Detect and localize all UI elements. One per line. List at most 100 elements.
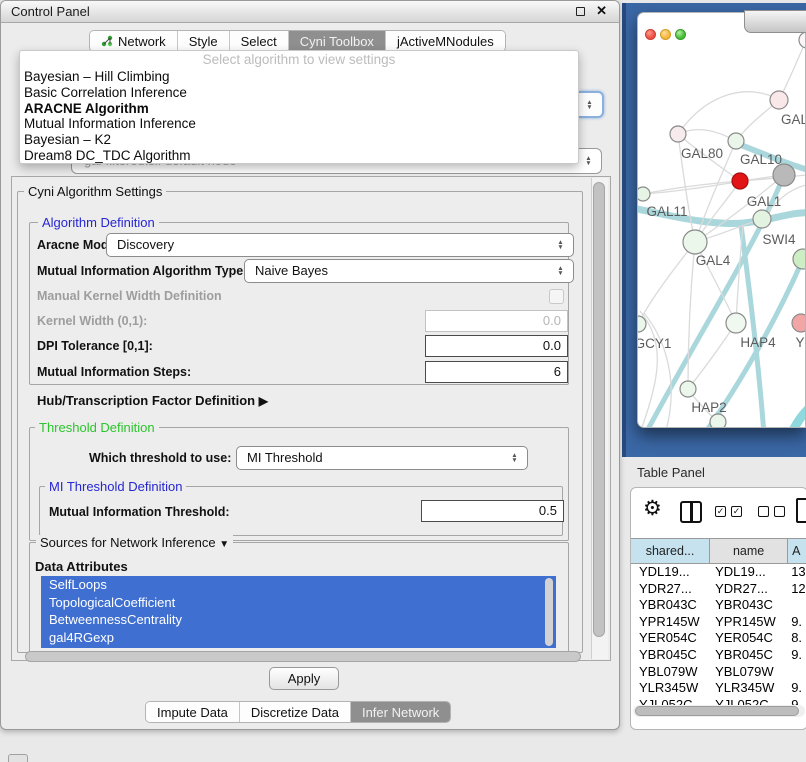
attributes-scrollbar-thumb[interactable] <box>545 578 553 646</box>
mi-type-label: Mutual Information Algorithm Type: <box>37 264 247 278</box>
select-all-checkboxes-icon[interactable]: ✓ ✓ <box>715 506 742 517</box>
tab-cyni-toolbox[interactable]: Cyni Toolbox <box>289 31 386 51</box>
minimize-icon[interactable] <box>660 29 671 40</box>
mi-type-combo[interactable]: Naive Bayes ▲▼ <box>244 259 574 283</box>
node-gal4[interactable] <box>683 230 707 254</box>
node-gal80[interactable] <box>670 126 686 142</box>
tab-jactivemnodules[interactable]: jActiveMNodules <box>386 31 505 51</box>
attribute-item[interactable]: gal4RGexp <box>41 629 556 647</box>
node-label: HAP4 <box>740 335 776 350</box>
minimized-panel-button[interactable] <box>8 754 28 762</box>
cell: 9. <box>788 680 806 697</box>
node-gal1[interactable] <box>753 210 771 228</box>
node-gal11[interactable] <box>638 187 650 201</box>
tab-jactivemnodules-label: jActiveMNodules <box>397 34 494 49</box>
hub-definition-toggle[interactable]: Hub/Transcription Factor Definition ▶ <box>37 393 268 408</box>
node-bottom-partial[interactable] <box>710 414 726 428</box>
column-header-name[interactable]: name <box>710 539 788 563</box>
dropdown-item-selected[interactable]: ARACNE Algorithm <box>20 101 578 117</box>
tab-select[interactable]: Select <box>230 31 289 51</box>
table-row[interactable]: YBL079WYBL079W <box>631 664 806 681</box>
columns-icon[interactable] <box>680 501 702 523</box>
table-hscrollbar-track[interactable] <box>633 705 805 717</box>
table-row[interactable]: YDL19...YDL19...13 <box>631 564 806 581</box>
deselect-all-checkboxes-icon[interactable] <box>758 506 785 517</box>
dropdown-item[interactable]: Dream8 DC_TDC Algorithm <box>20 148 578 164</box>
table-row[interactable]: YDR27...YDR27...12 <box>631 581 806 598</box>
close-icon[interactable]: ✕ <box>596 3 607 19</box>
tab-cyni-toolbox-label: Cyni Toolbox <box>300 34 374 49</box>
dropdown-item[interactable]: Mutual Information Inference <box>20 116 578 132</box>
close-icon[interactable] <box>645 29 656 40</box>
node-label: GAL1 <box>747 194 782 209</box>
mi-threshold-label: Mutual Information Threshold: <box>49 505 230 519</box>
dropdown-item[interactable]: Bayesian – K2 <box>20 132 578 148</box>
table-row[interactable]: YBR043CYBR043C <box>631 597 806 614</box>
node-top-partial[interactable] <box>799 32 806 48</box>
aracne-mode-value: Discovery <box>117 237 174 252</box>
tab-network[interactable]: Network <box>90 31 178 51</box>
tab-infer-network[interactable]: Infer Network <box>351 702 450 722</box>
tab-style[interactable]: Style <box>178 31 230 51</box>
mi-steps-field[interactable]: 6 <box>425 361 568 383</box>
node-label: GAL80 <box>681 146 723 161</box>
background-window-titlebar[interactable] <box>744 10 806 33</box>
kernel-width-field[interactable]: 0.0 <box>425 310 568 332</box>
algorithm-combo-fragment[interactable]: ▲▼ <box>579 91 604 118</box>
mi-threshold-field[interactable]: 0.5 <box>421 500 564 522</box>
network-view-window[interactable]: GAL GAL80 GAL10 GAL11 GAL1 SWI4 GAL4 GCY… <box>637 12 806 428</box>
apply-button[interactable]: Apply <box>269 667 339 690</box>
dpi-tolerance-field[interactable]: 0.0 <box>425 335 568 357</box>
table-row[interactable]: YBR045CYBR045C9. <box>631 647 806 664</box>
tab-infer-network-label: Infer Network <box>362 705 439 720</box>
cell: YLR345W <box>710 680 788 697</box>
column-header-sharedname[interactable]: shared... <box>631 539 710 563</box>
cell: YBR043C <box>710 597 788 614</box>
attribute-item[interactable]: BetweennessCentrality <box>41 611 556 629</box>
dropdown-item[interactable]: Bayesian – Hill Climbing <box>20 69 578 85</box>
node-gray[interactable] <box>773 164 795 186</box>
cell: YBR045C <box>631 647 710 664</box>
control-panel-tabbar: Network Style Select Cyni Toolbox jActiv… <box>89 30 506 52</box>
node-gal-pink[interactable] <box>770 91 788 109</box>
control-panel-titlebar[interactable]: Control Panel ✕ <box>1 1 619 23</box>
node-red[interactable] <box>732 173 748 189</box>
attribute-item[interactable]: TopologicalCoefficient <box>41 594 556 612</box>
table-row[interactable]: YER054CYER054C8. <box>631 630 806 647</box>
hub-definition-label: Hub/Transcription Factor Definition <box>37 393 255 408</box>
gear-icon[interactable]: ⚙ <box>643 496 662 521</box>
checked-checkbox-icon: ✓ <box>715 506 726 517</box>
float-window-icon[interactable] <box>576 7 585 16</box>
table-row[interactable]: YPR145WYPR145W9. <box>631 614 806 631</box>
data-attributes-list[interactable]: SelfLoops TopologicalCoefficient Between… <box>41 576 556 648</box>
tab-impute-data[interactable]: Impute Data <box>146 702 240 722</box>
network-canvas[interactable]: GAL GAL80 GAL10 GAL11 GAL1 SWI4 GAL4 GCY… <box>638 13 806 428</box>
manual-kernel-checkbox[interactable] <box>549 289 564 304</box>
node-swi4[interactable] <box>793 249 806 269</box>
aracne-mode-combo[interactable]: Discovery ▲▼ <box>106 233 574 257</box>
column-header-partial[interactable]: A <box>788 539 806 563</box>
table-hscrollbar-thumb[interactable] <box>635 706 799 716</box>
table-body[interactable]: YDL19...YDL19...13 YDR27...YDR27...12 YB… <box>631 564 806 717</box>
zoom-icon[interactable] <box>675 29 686 40</box>
cell: YDR27... <box>710 581 788 598</box>
cell: 9. <box>788 614 806 631</box>
table-row[interactable]: YLR345WYLR345W9. <box>631 680 806 697</box>
cell: YLR345W <box>631 680 710 697</box>
node-gal10[interactable] <box>728 133 744 149</box>
tab-discretize-data[interactable]: Discretize Data <box>240 702 351 722</box>
node-hap4[interactable] <box>726 313 746 333</box>
dropdown-hint: Select algorithm to view settings <box>20 51 578 69</box>
horizontal-scrollbar-thumb[interactable] <box>25 651 581 662</box>
node-hap2[interactable] <box>680 381 696 397</box>
cell: YER054C <box>631 630 710 647</box>
node-y-pink[interactable] <box>792 314 806 332</box>
document-icon[interactable] <box>796 498 806 523</box>
settings-scrollbar-thumb[interactable] <box>593 182 605 637</box>
sources-title[interactable]: Sources for Network Inference ▼ <box>36 535 233 550</box>
window-title: Control Panel <box>11 4 90 19</box>
which-threshold-combo[interactable]: MI Threshold ▲▼ <box>236 446 528 470</box>
node-label: GCY1 <box>638 336 671 351</box>
dropdown-item[interactable]: Basic Correlation Inference <box>20 85 578 101</box>
attribute-item[interactable]: SelfLoops <box>41 576 556 594</box>
